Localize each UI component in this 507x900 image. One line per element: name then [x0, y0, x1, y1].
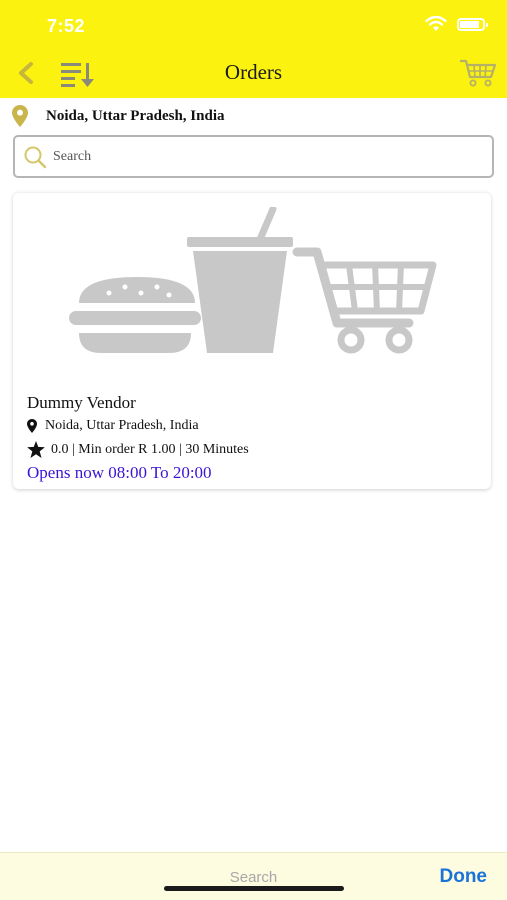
keyboard-search-label: Search	[229, 869, 278, 886]
search-bar[interactable]	[13, 135, 494, 178]
location-pin-icon	[12, 105, 28, 127]
location-text: Noida, Uttar Pradesh, India	[46, 107, 225, 124]
status-icons	[425, 16, 488, 32]
vendor-meta-row: 0.0 | Min order R 1.00 | 30 Minutes	[27, 441, 249, 458]
search-icon	[24, 146, 47, 168]
done-button[interactable]: Done	[440, 866, 488, 888]
back-arrow-icon[interactable]	[14, 60, 40, 86]
keyboard-accessory-bar: Search Done	[0, 852, 507, 900]
cart-icon[interactable]	[459, 58, 497, 88]
current-location[interactable]: Noida, Uttar Pradesh, India	[12, 104, 225, 128]
star-icon	[27, 441, 45, 458]
wifi-icon	[425, 16, 447, 31]
vendor-address-row: Noida, Uttar Pradesh, India	[27, 418, 199, 434]
status-time: 7:52	[47, 16, 86, 36]
vendor-name: Dummy Vendor	[27, 393, 136, 412]
sort-icon[interactable]	[60, 60, 96, 88]
food-cart-placeholder-image	[69, 207, 437, 354]
vendor-card[interactable]: Dummy Vendor Noida, Uttar Pradesh, India…	[13, 193, 491, 489]
location-pin-icon	[27, 419, 37, 433]
battery-icon	[457, 17, 488, 31]
vendor-address: Noida, Uttar Pradesh, India	[45, 418, 199, 433]
search-input[interactable]	[53, 148, 453, 165]
vendor-hours: Opens now 08:00 To 20:00	[27, 463, 212, 482]
home-indicator	[164, 886, 344, 891]
vendor-meta: 0.0 | Min order R 1.00 | 30 Minutes	[51, 441, 249, 457]
app-header: 7:52 Orders	[0, 0, 507, 98]
